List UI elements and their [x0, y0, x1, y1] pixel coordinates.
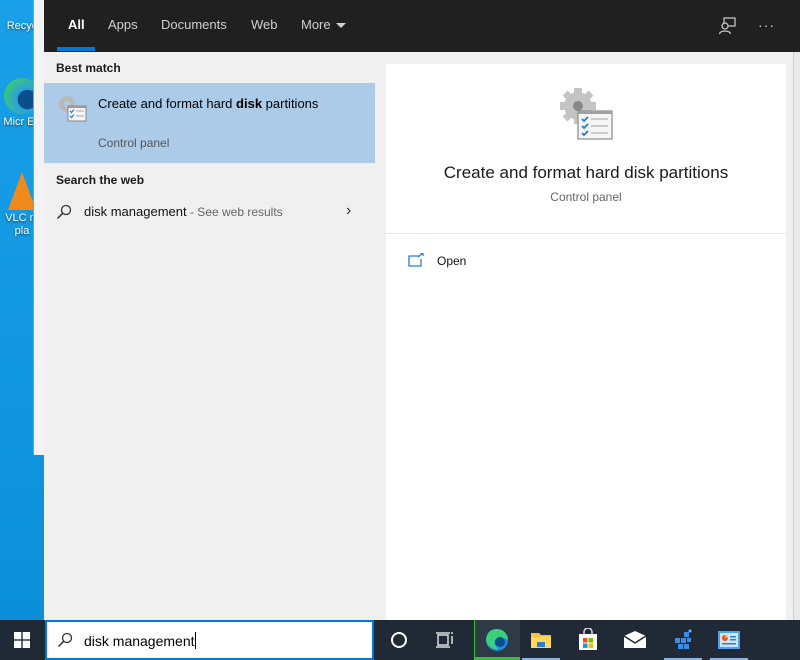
control-panel-settings-icon [59, 96, 87, 122]
background-window-edge [793, 52, 800, 620]
start-button[interactable] [0, 620, 44, 660]
divider [386, 233, 786, 234]
best-match-title-suffix: partitions [262, 96, 319, 111]
search-tabbar: All Apps Documents Web More ··· [44, 0, 800, 52]
search-icon [56, 204, 72, 220]
tab-more-label: More [301, 17, 331, 32]
search-input-text: disk management [84, 632, 196, 649]
taskbar-mail-button[interactable] [612, 620, 658, 660]
more-options-icon[interactable]: ··· [758, 17, 775, 33]
taskbar-control-panel-button[interactable] [706, 620, 752, 660]
folder-icon [531, 633, 551, 648]
web-result[interactable]: disk management - See web results › [44, 200, 375, 226]
feedback-icon[interactable] [718, 17, 736, 35]
open-window-icon [408, 253, 424, 267]
cortana-circle-icon [391, 632, 407, 648]
taskbar-cortana-button[interactable] [376, 620, 422, 660]
web-query: disk management [84, 204, 187, 219]
results-list: Best match Create and format hard disk p… [44, 52, 375, 620]
open-action[interactable]: Open [386, 248, 786, 276]
chevron-right-icon[interactable]: › [346, 202, 351, 220]
preview-pane: Create and format hard disk partitions C… [386, 64, 786, 620]
edge-icon [486, 629, 508, 651]
vlc-cone-icon [8, 172, 36, 210]
search-value: disk management [84, 633, 195, 649]
blue-cubes-icon [675, 629, 692, 649]
tab-documents[interactable]: Documents [161, 17, 227, 32]
tab-more[interactable]: More [301, 17, 346, 32]
best-match-subtitle: Control panel [98, 136, 170, 150]
best-match-result[interactable]: Create and format hard disk partitions C… [44, 83, 375, 163]
mail-icon [623, 631, 647, 648]
search-icon [57, 632, 73, 648]
open-label: Open [437, 254, 467, 268]
tab-apps[interactable]: Apps [108, 17, 138, 32]
best-match-header: Best match [56, 61, 121, 75]
tab-web[interactable]: Web [251, 17, 278, 32]
best-match-title-prefix: Create and format hard [98, 96, 237, 111]
tab-all[interactable]: All [68, 17, 85, 32]
taskbar: disk management [0, 620, 800, 660]
taskbar-task-view-button[interactable] [422, 620, 468, 660]
text-caret [194, 632, 196, 649]
active-tab-indicator [57, 47, 95, 51]
windows-logo-icon [14, 632, 30, 648]
taskbar-store-button[interactable] [565, 620, 611, 660]
preview-subtitle: Control panel [550, 190, 622, 204]
control-panel-settings-icon [560, 88, 613, 140]
task-view-icon [436, 632, 453, 648]
search-web-header: Search the web [56, 173, 145, 187]
store-bag-icon [579, 628, 597, 650]
best-match-title-highlight: disk [236, 96, 263, 111]
taskbar-file-explorer-button[interactable] [518, 620, 564, 660]
taskbar-search-input[interactable]: disk management [45, 620, 374, 660]
caret-down-icon [335, 23, 346, 29]
web-result-text: disk management - See web results [84, 204, 283, 219]
preview-title: Create and format hard disk partitions [443, 163, 729, 182]
taskbar-app-button[interactable] [660, 620, 706, 660]
taskbar-edge-button[interactable] [474, 620, 520, 660]
web-hint: - See web results [186, 205, 283, 219]
control-panel-icon [718, 631, 740, 649]
search-panel: All Apps Documents Web More ··· Best mat… [44, 0, 800, 620]
best-match-title: Create and format hard disk partitions [98, 94, 358, 113]
